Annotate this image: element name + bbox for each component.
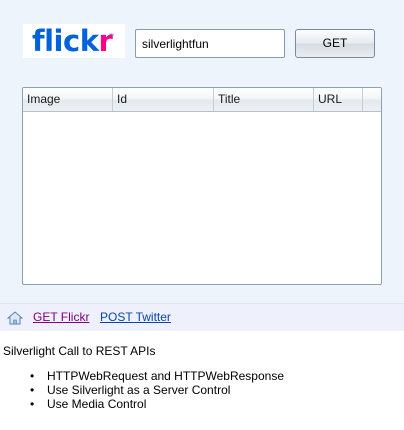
flickr-logo-part2: r <box>98 24 113 58</box>
list-item: Use Media Control <box>30 397 284 411</box>
feature-list: HTTPWebRequest and HTTPWebResponse Use S… <box>30 369 284 411</box>
results-grid[interactable]: Image Id Title URL <box>22 87 382 285</box>
post-twitter-link[interactable]: POST Twitter <box>100 310 171 324</box>
grid-header: Image Id Title URL <box>23 88 381 112</box>
flickr-logo: flickr ™ <box>23 24 125 58</box>
search-input[interactable] <box>135 29 285 58</box>
column-header-image[interactable]: Image <box>23 88 113 111</box>
nav-bar: GET Flickr POST Twitter <box>0 304 404 331</box>
column-header-url[interactable]: URL <box>314 88 363 111</box>
column-header-title[interactable]: Title <box>214 88 314 111</box>
intro-text: Silverlight Call to REST APIs <box>3 344 156 358</box>
home-icon[interactable] <box>6 311 24 325</box>
list-item: Use Silverlight as a Server Control <box>30 383 284 397</box>
flickr-logo-text: flickr <box>32 24 113 58</box>
column-header-filler <box>363 88 381 111</box>
flickr-logo-tm: ™ <box>109 33 114 39</box>
get-button[interactable]: GET <box>295 29 375 58</box>
flickr-app-panel: flickr ™ GET Image Id Title URL <box>0 0 404 304</box>
get-flickr-link[interactable]: GET Flickr <box>33 310 89 324</box>
list-item: HTTPWebRequest and HTTPWebResponse <box>30 369 284 383</box>
column-header-id[interactable]: Id <box>113 88 214 111</box>
flickr-logo-part1: flick <box>32 24 99 58</box>
